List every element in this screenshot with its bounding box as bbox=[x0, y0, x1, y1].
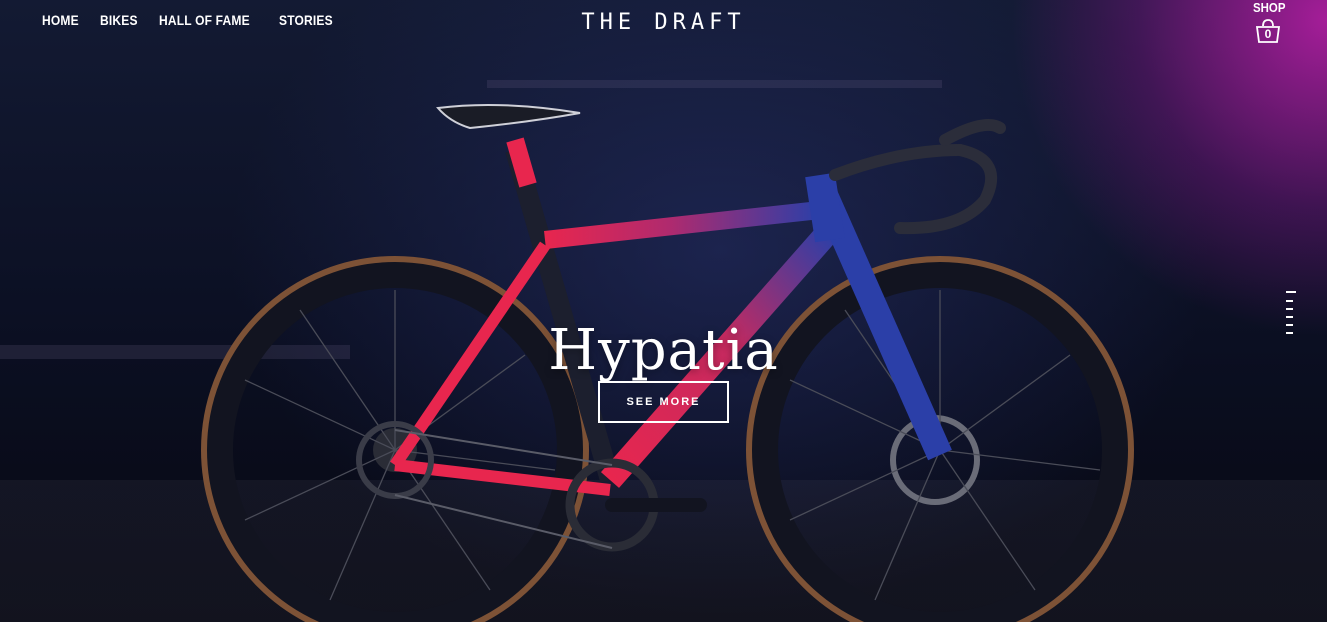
rear-wheel bbox=[201, 256, 589, 622]
brand-logo[interactable]: THE DRAFT bbox=[0, 10, 1327, 35]
bicycle-image bbox=[201, 103, 1134, 622]
slider-pagination bbox=[1286, 291, 1296, 335]
see-more-button[interactable]: SEE MORE bbox=[598, 381, 729, 423]
slider-dot[interactable] bbox=[1286, 332, 1293, 334]
shop-label[interactable]: SHOP bbox=[1253, 0, 1285, 15]
slider-dot[interactable] bbox=[1286, 324, 1293, 326]
slider-dot-active[interactable] bbox=[1286, 291, 1296, 293]
slider-dot[interactable] bbox=[1286, 316, 1293, 318]
hero-title: Hypatia bbox=[548, 317, 779, 383]
shopping-bag-icon[interactable]: 0 bbox=[1255, 19, 1281, 43]
handlebar bbox=[829, 119, 1006, 235]
saddle bbox=[436, 103, 581, 130]
shop-cart[interactable]: SHOP 0 bbox=[1251, 0, 1285, 43]
hero-section: HOME BIKES HALL OF FAME STORIES THE DRAF… bbox=[0, 0, 1327, 622]
slider-dot[interactable] bbox=[1286, 300, 1293, 302]
bike-frame bbox=[390, 137, 952, 496]
slider-dot[interactable] bbox=[1286, 308, 1293, 310]
cart-count: 0 bbox=[1264, 27, 1272, 41]
